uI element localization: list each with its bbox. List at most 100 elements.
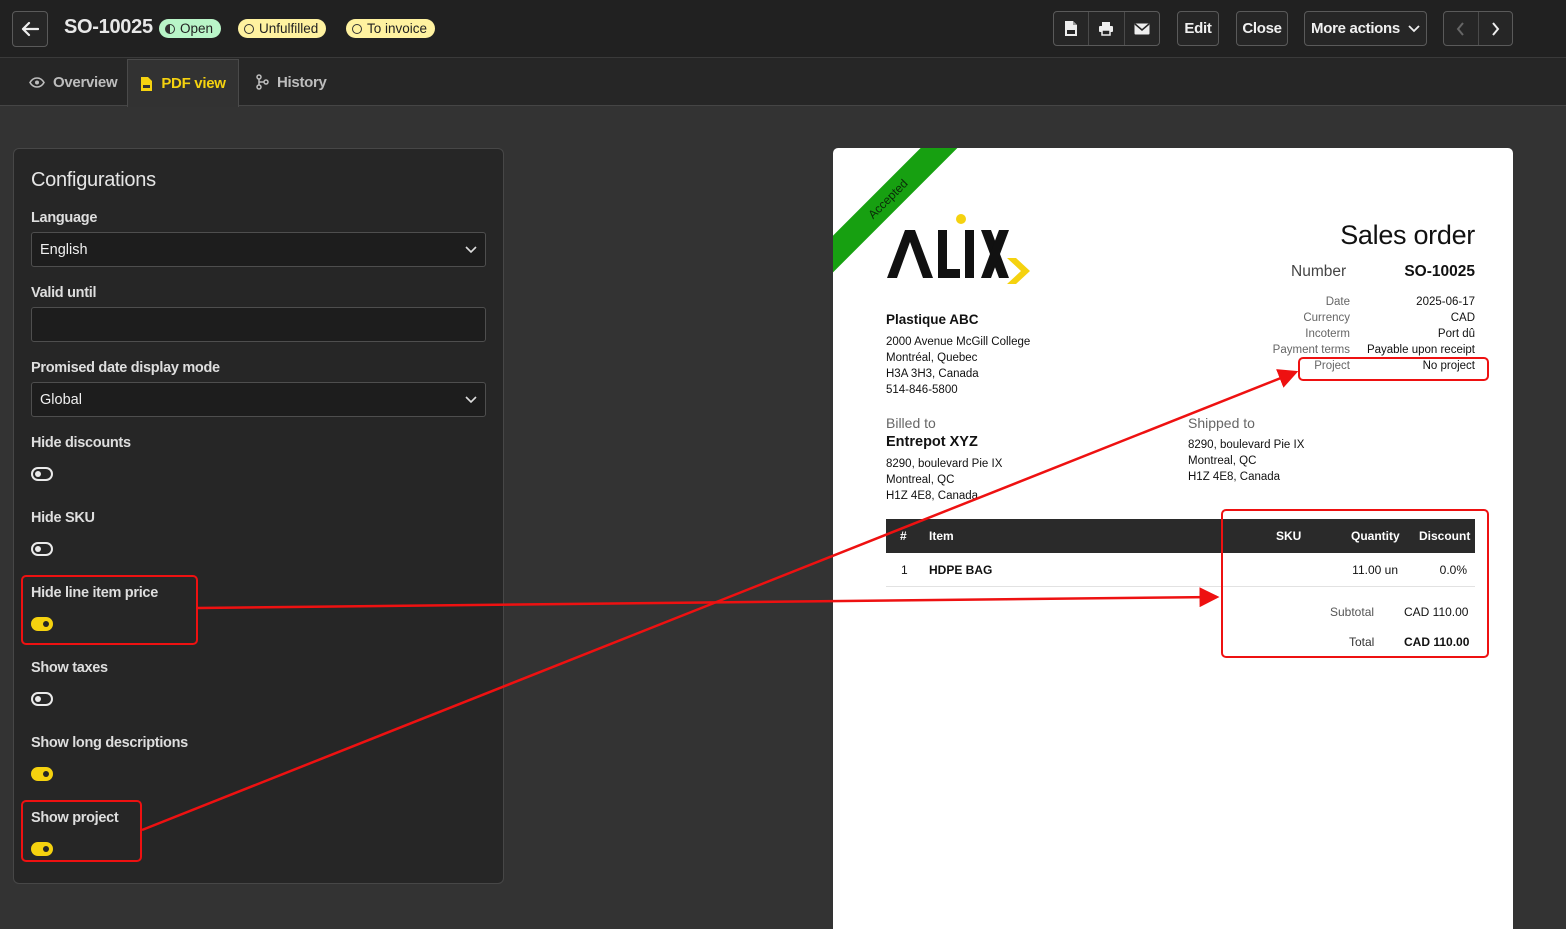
- meta-value: CAD: [1450, 312, 1475, 324]
- company-address: 2000 Avenue McGill College Montréal, Que…: [886, 334, 1030, 398]
- badge-label: Open: [180, 21, 214, 36]
- pdf-file-icon: [1065, 21, 1078, 36]
- print-button[interactable]: [1089, 12, 1125, 45]
- chevron-down-icon: [1408, 24, 1420, 32]
- tab-label: Overview: [53, 73, 118, 91]
- show-taxes-label: Show taxes: [31, 660, 108, 676]
- col-number: #: [900, 529, 907, 543]
- badge-label: Unfulfilled: [259, 21, 319, 36]
- next-record-button[interactable]: [1479, 12, 1513, 45]
- edit-button[interactable]: Edit: [1177, 11, 1219, 46]
- show-taxes-toggle[interactable]: [31, 692, 53, 706]
- address-line: Montreal, QC: [886, 474, 955, 486]
- address-line: 8290, boulevard Pie IX: [886, 458, 1003, 470]
- annotation-box-show-project: [21, 800, 142, 862]
- status-badge-to-invoice: To invoice: [346, 19, 436, 38]
- meta-currency: Currency CAD: [1233, 312, 1475, 324]
- col-item: Item: [929, 529, 954, 543]
- document-title: Sales order: [1340, 220, 1475, 250]
- meta-payment-terms: Payment terms Payable upon receipt: [1233, 344, 1475, 356]
- row-number: 1: [901, 563, 908, 577]
- address-line: 514-846-5800: [886, 384, 958, 396]
- annotation-box-price-columns: [1221, 509, 1489, 658]
- status-badge-unfulfilled: Unfulfilled: [238, 19, 327, 38]
- show-long-descriptions-label: Show long descriptions: [31, 735, 188, 751]
- billed-to-label: Billed to: [886, 415, 936, 431]
- back-button[interactable]: [12, 11, 48, 47]
- close-button[interactable]: Close: [1236, 11, 1288, 46]
- show-long-descriptions-toggle[interactable]: [31, 767, 53, 781]
- number-label: Number: [1291, 263, 1347, 280]
- billed-to-address: 8290, boulevard Pie IX Montreal, QC H1Z …: [886, 456, 1002, 504]
- tab-history[interactable]: History: [255, 58, 327, 106]
- shipped-to-label: Shipped to: [1188, 415, 1255, 431]
- pdf-download-button[interactable]: [1054, 12, 1090, 45]
- meta-key: Date: [1325, 296, 1350, 308]
- annotation-box-hide-line-item-price: [21, 575, 198, 645]
- meta-value: Port dû: [1437, 328, 1475, 340]
- valid-until-input[interactable]: [31, 307, 486, 342]
- previous-record-button[interactable]: [1444, 12, 1479, 45]
- promised-date-label: Promised date display mode: [31, 360, 220, 376]
- annotation-box-project: [1298, 357, 1489, 381]
- address-line: 8290, boulevard Pie IX: [1188, 439, 1305, 451]
- configurations-panel: Configurations Language English Valid un…: [13, 148, 504, 884]
- eye-icon: [29, 76, 45, 88]
- meta-incoterm: Incoterm Port dû: [1233, 328, 1475, 340]
- tab-label: History: [277, 73, 327, 91]
- promised-date-select[interactable]: Global: [31, 382, 486, 417]
- hide-discounts-toggle[interactable]: [31, 467, 53, 481]
- language-select[interactable]: English: [31, 232, 486, 267]
- number-value: SO-10025: [1404, 263, 1475, 280]
- pdf-file-icon: [141, 76, 153, 91]
- chevron-down-icon: [465, 245, 477, 253]
- address-line: 2000 Avenue McGill College: [886, 336, 1031, 348]
- meta-value: Payable upon receipt: [1366, 344, 1475, 356]
- status-badge-open: Open: [159, 19, 222, 38]
- hide-sku-label: Hide SKU: [31, 510, 95, 526]
- hide-sku-toggle[interactable]: [31, 542, 53, 556]
- chevron-left-icon: [1456, 21, 1465, 36]
- half-circle-icon: [165, 23, 175, 34]
- arrow-left-icon: [21, 21, 39, 37]
- envelope-icon: [1134, 22, 1150, 34]
- tab-label: PDF view: [161, 75, 226, 92]
- more-actions-label: More actions: [1311, 20, 1400, 37]
- tab-bar: Overview PDF view History: [0, 58, 1566, 107]
- address-line: H1Z 4E8, Canada: [886, 490, 979, 502]
- record-navigation: [1443, 11, 1513, 46]
- printer-icon: [1099, 22, 1114, 36]
- meta-date: Date 2025-06-17: [1233, 296, 1475, 308]
- company-name: Plastique ABC: [886, 312, 979, 327]
- document-actions: [1053, 11, 1160, 46]
- chevron-down-icon: [465, 395, 477, 403]
- valid-until-label: Valid until: [31, 285, 97, 301]
- email-button[interactable]: [1125, 12, 1159, 45]
- history-branch-icon: [256, 74, 269, 90]
- page-title: SO-10025: [64, 16, 153, 38]
- panel-title: Configurations: [31, 169, 156, 191]
- circle-icon: [244, 23, 254, 34]
- address-line: Montreal, QC: [1188, 455, 1257, 467]
- alix-logo: [887, 214, 1030, 284]
- meta-key: Incoterm: [1305, 328, 1350, 340]
- language-value: English: [40, 241, 88, 258]
- meta-value: 2025-06-17: [1416, 296, 1475, 308]
- badge-label: To invoice: [367, 21, 428, 36]
- tab-overview[interactable]: Overview: [29, 58, 118, 106]
- circle-icon: [352, 23, 362, 34]
- address-line: Montréal, Quebec: [886, 352, 978, 364]
- language-label: Language: [31, 210, 98, 226]
- top-bar: SO-10025 Open Unfulfilled To invoice Edi…: [0, 0, 1566, 58]
- more-actions-button[interactable]: More actions: [1304, 11, 1427, 46]
- address-line: H3A 3H3, Canada: [886, 368, 979, 380]
- shipped-to-address: 8290, boulevard Pie IX Montreal, QC H1Z …: [1188, 437, 1304, 485]
- hide-discounts-label: Hide discounts: [31, 435, 131, 451]
- row-item: HDPE BAG: [929, 563, 993, 577]
- tab-pdf-view[interactable]: PDF view: [127, 59, 239, 107]
- address-line: H1Z 4E8, Canada: [1188, 471, 1281, 483]
- chevron-right-icon: [1491, 21, 1500, 36]
- promised-date-value: Global: [40, 391, 82, 408]
- meta-key: Payment terms: [1272, 344, 1350, 356]
- billed-to-name: Entrepot XYZ: [886, 434, 978, 450]
